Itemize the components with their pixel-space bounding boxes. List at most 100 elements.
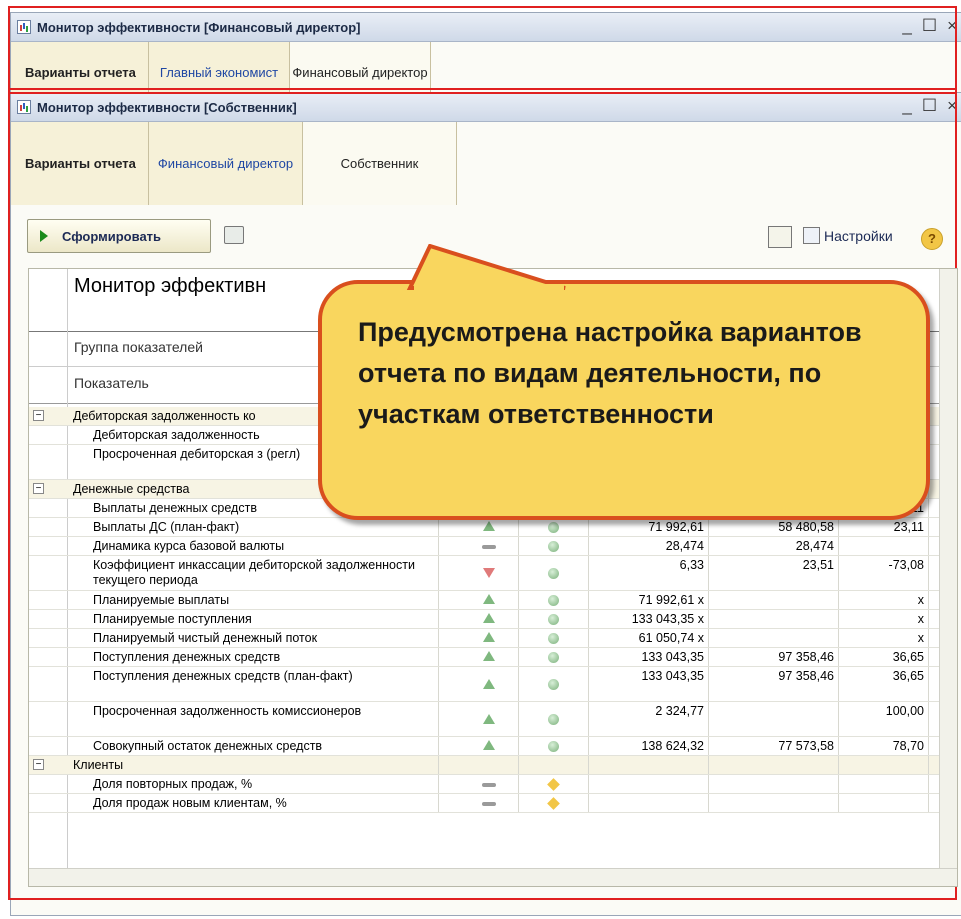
table-row[interactable]: Доля повторных продаж, % bbox=[29, 775, 939, 794]
table-row[interactable]: Планируемые поступления 133 043,35 x x bbox=[29, 610, 939, 629]
trend-flat-icon bbox=[481, 802, 496, 806]
row-label: Коэффициент инкассации дебиторской задол… bbox=[89, 556, 439, 590]
trend-up-icon bbox=[482, 740, 495, 750]
settings-button[interactable]: Настройки bbox=[803, 227, 893, 244]
status-cell bbox=[519, 648, 589, 666]
table-row[interactable]: Поступления денежных средств 133 043,35 97… bbox=[29, 648, 939, 667]
vertical-scrollbar[interactable] bbox=[939, 269, 957, 886]
table-row[interactable]: Планируемые выплаты 71 992,61 x x bbox=[29, 591, 939, 610]
minimize-button[interactable]: _ bbox=[902, 96, 911, 116]
trend-cell bbox=[459, 756, 519, 774]
value-cell: -73,08 bbox=[839, 556, 929, 590]
trend-flat-icon bbox=[481, 783, 496, 787]
value-cell bbox=[839, 756, 929, 774]
report-title: Монитор эффективн bbox=[74, 275, 267, 297]
trend-up-icon bbox=[482, 521, 495, 531]
status-ok-icon bbox=[548, 541, 559, 552]
play-icon bbox=[40, 230, 48, 242]
row-label: Совокупный остаток денежных средств bbox=[89, 737, 439, 755]
trend-cell bbox=[459, 537, 519, 555]
value-cell bbox=[839, 794, 929, 812]
callout-bubble: Предусмотрена настройка вариантов отчета… bbox=[318, 244, 930, 520]
status-ok-icon bbox=[548, 679, 559, 690]
trend-down-icon bbox=[482, 568, 495, 578]
trend-cell bbox=[459, 556, 519, 590]
trend-cell bbox=[459, 591, 519, 609]
panel-toggle-icon[interactable] bbox=[768, 226, 792, 248]
collapse-icon[interactable]: − bbox=[33, 410, 44, 421]
status-ok-icon bbox=[548, 652, 559, 663]
tab-finance-director[interactable]: Финансовый директор bbox=[149, 122, 303, 205]
status-ok-icon bbox=[548, 633, 559, 644]
value-cell: 97 358,46 bbox=[709, 648, 839, 666]
status-cell bbox=[519, 518, 589, 536]
value-cell bbox=[839, 775, 929, 793]
table-row[interactable]: Поступления денежных средств (план-факт)… bbox=[29, 667, 939, 702]
trend-cell bbox=[459, 518, 519, 536]
group-row[interactable]: − Клиенты bbox=[29, 756, 939, 775]
value-cell: 97 358,46 bbox=[709, 667, 839, 701]
back-window-titlebar[interactable]: Монитор эффективности [Финансовый директ… bbox=[11, 13, 961, 42]
trend-up-icon bbox=[482, 613, 495, 623]
row-label: Доля повторных продаж, % bbox=[89, 775, 439, 793]
trend-cell bbox=[459, 775, 519, 793]
table-row[interactable]: Выплаты ДС (план-факт) 71 992,61 58 480,58… bbox=[29, 518, 939, 537]
help-icon[interactable]: ? bbox=[921, 228, 943, 250]
value-cell: 100,00 bbox=[839, 702, 929, 736]
status-cell bbox=[519, 667, 589, 701]
value-cell: 28,474 bbox=[589, 537, 709, 555]
status-cell bbox=[519, 556, 589, 590]
value-cell bbox=[709, 610, 839, 628]
value-cell bbox=[709, 794, 839, 812]
status-ok-icon bbox=[548, 614, 559, 625]
maximize-button[interactable]: ☐ bbox=[922, 16, 937, 36]
status-ok-icon bbox=[548, 568, 559, 579]
front-window-titlebar[interactable]: Монитор эффективности [Собственник] _ ☐ … bbox=[11, 93, 961, 122]
value-cell bbox=[709, 756, 839, 774]
tab-report-variants: Варианты отчета bbox=[11, 122, 149, 205]
trend-up-icon bbox=[482, 714, 495, 724]
table-row[interactable]: Доля продаж новым клиентам, % bbox=[29, 794, 939, 813]
table-row[interactable]: Совокупный остаток денежных средств 138 6… bbox=[29, 737, 939, 756]
status-cell bbox=[519, 794, 589, 812]
trend-up-icon bbox=[482, 679, 495, 689]
value-cell: 133 043,35 bbox=[589, 667, 709, 701]
settings-label: Настройки bbox=[824, 227, 893, 244]
value-cell: 133 043,35 bbox=[589, 648, 709, 666]
table-row[interactable]: Коэффициент инкассации дебиторской задол… bbox=[29, 556, 939, 591]
collapse-icon[interactable]: − bbox=[33, 483, 44, 494]
value-cell bbox=[709, 591, 839, 609]
tab-owner[interactable]: Собственник bbox=[303, 122, 457, 205]
row-label: Поступления денежных средств bbox=[89, 648, 439, 666]
collapse-icon[interactable]: − bbox=[33, 759, 44, 770]
value-cell bbox=[709, 702, 839, 736]
status-cell bbox=[519, 702, 589, 736]
minimize-button[interactable]: _ bbox=[902, 16, 911, 36]
value-cell bbox=[709, 775, 839, 793]
maximize-button[interactable]: ☐ bbox=[922, 96, 937, 116]
value-cell: 138 624,32 bbox=[589, 737, 709, 755]
horizontal-scrollbar[interactable] bbox=[29, 868, 957, 886]
value-cell bbox=[589, 775, 709, 793]
row-label: Планируемые выплаты bbox=[89, 591, 439, 609]
value-cell: 133 043,35 x bbox=[589, 610, 709, 628]
value-cell: 61 050,74 x bbox=[589, 629, 709, 647]
status-cell bbox=[519, 610, 589, 628]
row-label: Клиенты bbox=[69, 756, 439, 774]
status-cell bbox=[519, 756, 589, 774]
callout-text: Предусмотрена настройка вариантов отчета… bbox=[358, 317, 862, 429]
close-button[interactable]: × bbox=[947, 96, 957, 116]
status-warning-icon bbox=[547, 797, 560, 810]
table-row[interactable]: Динамика курса базовой валюты 28,474 28,47… bbox=[29, 537, 939, 556]
table-row[interactable]: Просроченная задолженность комиссионеров… bbox=[29, 702, 939, 737]
status-cell bbox=[519, 629, 589, 647]
generate-button[interactable]: Сформировать bbox=[27, 219, 211, 253]
value-cell: 77 573,58 bbox=[709, 737, 839, 755]
trend-cell bbox=[459, 629, 519, 647]
close-button[interactable]: × bbox=[947, 16, 957, 36]
printer-icon[interactable] bbox=[224, 226, 244, 244]
table-row[interactable]: Планируемый чистый денежный поток 61 050,… bbox=[29, 629, 939, 648]
indicator-header: Показатель bbox=[74, 375, 149, 391]
report-icon bbox=[17, 20, 31, 34]
callout-pointer bbox=[406, 244, 566, 290]
